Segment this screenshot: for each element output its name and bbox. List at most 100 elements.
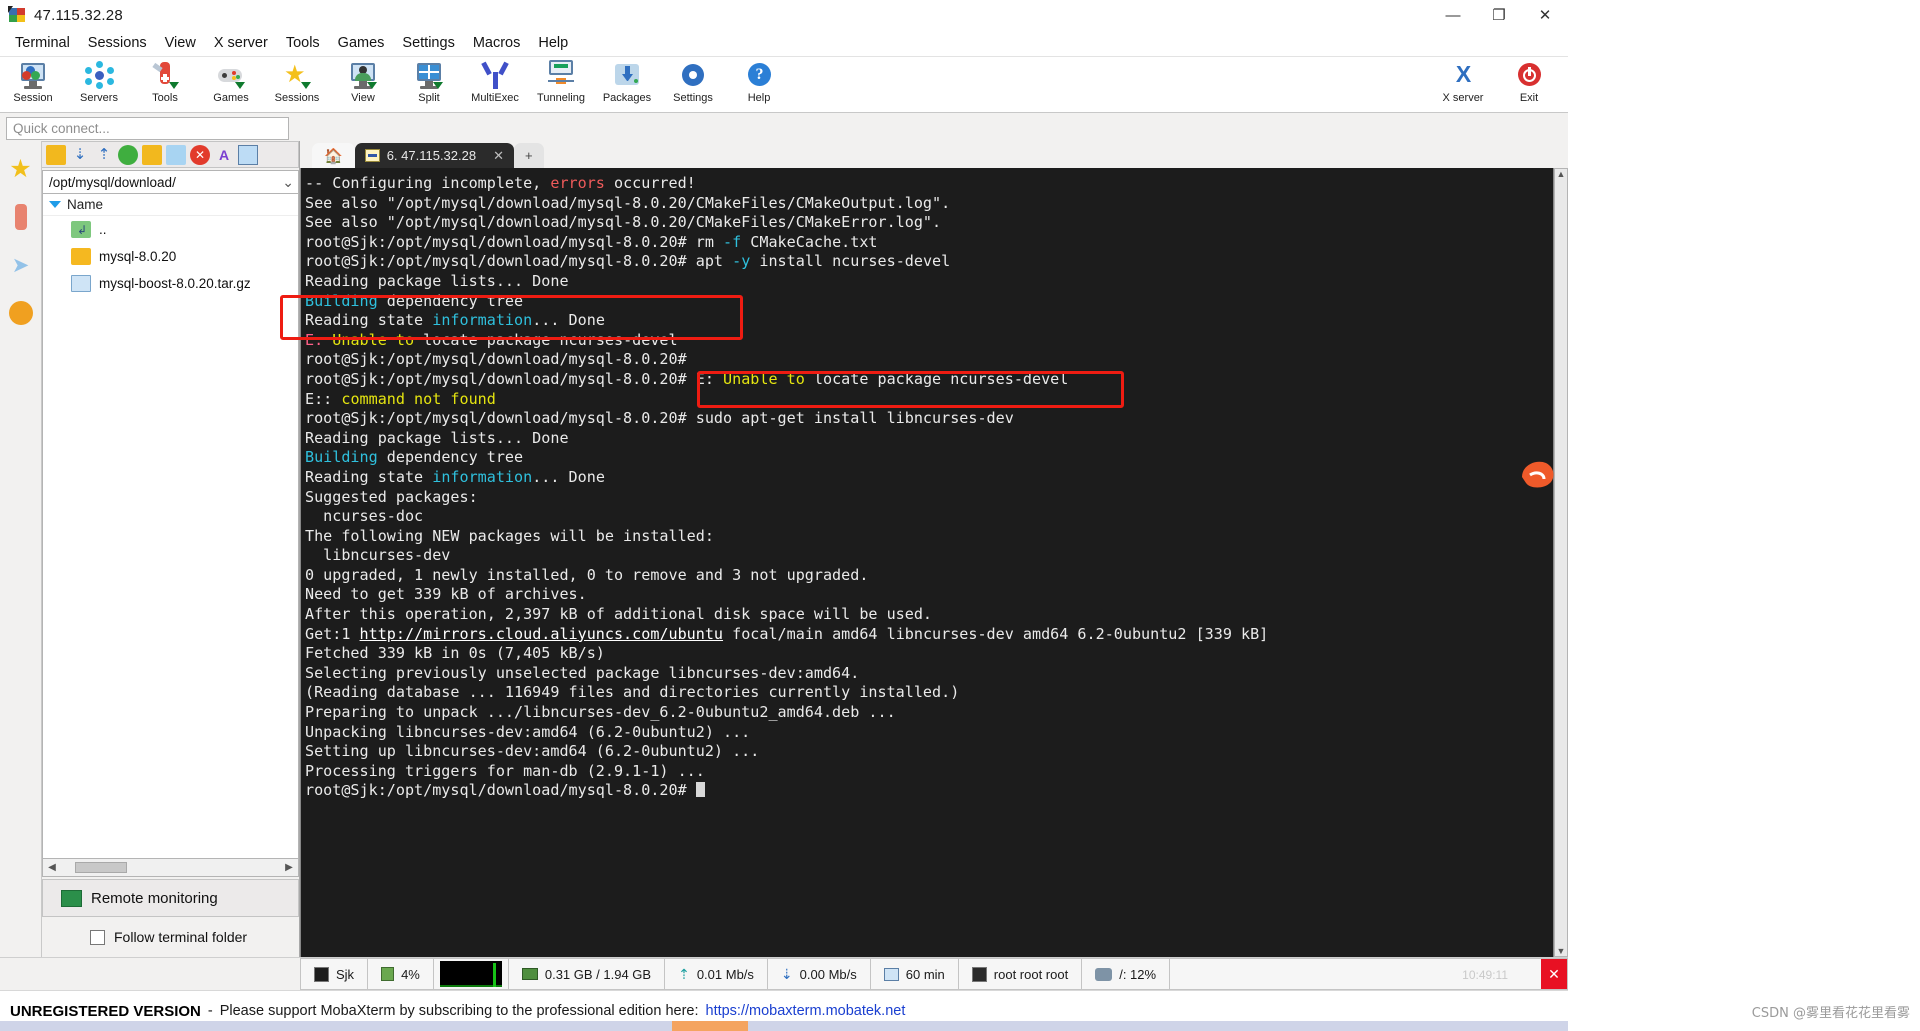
menu-sessions[interactable]: Sessions — [79, 33, 156, 53]
toolbar-label: Session — [13, 92, 53, 104]
terminal-text: Unable to — [332, 330, 415, 349]
new-folder-icon[interactable] — [142, 144, 162, 165]
refresh-icon[interactable] — [118, 144, 138, 165]
delete-icon[interactable]: ✕ — [190, 144, 210, 165]
tab-label: 6. 47.115.32.28 — [386, 148, 477, 163]
terminal-line: Reading package lists... Done — [305, 272, 1553, 292]
minimize-button[interactable]: — — [1430, 0, 1476, 30]
toolbar-exit-button[interactable]: Exit — [1496, 57, 1562, 113]
rail-tools-button[interactable] — [2, 195, 40, 239]
sftp-path-text: /opt/mysql/download/ — [49, 174, 176, 190]
terminal-line: Get:1 http://mirrors.cloud.aliyuncs.com/… — [305, 625, 1553, 645]
tunneling-icon — [546, 60, 576, 90]
toolbar-tools-button[interactable]: Tools — [132, 57, 198, 113]
sogou-input-icon — [1516, 455, 1560, 499]
rail-favorites-button[interactable]: ★ — [2, 147, 40, 191]
terminal-text: root@Sjk:/opt/mysql/download/mysql-8.0.2… — [305, 409, 1014, 428]
maximize-button[interactable]: ❐ — [1476, 0, 1522, 30]
remote-monitoring-button[interactable]: Remote monitoring — [42, 879, 299, 917]
status-cpu-graph[interactable] — [434, 959, 509, 989]
cpu-graph — [439, 961, 502, 987]
terminal-text: install ncurses-devel — [750, 252, 951, 271]
follow-terminal-folder-checkbox[interactable] — [90, 929, 105, 945]
tab-home[interactable]: 🏠 — [312, 143, 355, 168]
status-user[interactable]: root root root — [959, 959, 1083, 989]
list-item[interactable]: ↲ .. — [43, 216, 298, 243]
menu-games[interactable]: Games — [329, 33, 394, 53]
toolbar-label: Packages — [602, 92, 652, 104]
toolbar-multiexec-button[interactable]: MultiExec — [462, 57, 528, 113]
user-icon — [971, 966, 987, 982]
close-button[interactable]: ✕ — [1522, 0, 1568, 30]
terminal-text: root@Sjk:/opt/mysql/download/mysql-8.0.2… — [305, 350, 687, 369]
rail-send-button[interactable]: ➤ — [2, 243, 40, 287]
menu-view[interactable]: View — [156, 33, 205, 53]
remote-monitoring-label: Remote monitoring — [91, 889, 218, 907]
scroll-up-icon[interactable]: ▲ — [1557, 169, 1566, 179]
terminal-output[interactable]: -- Configuring incomplete, errors occurr… — [300, 168, 1554, 957]
sftp-horizontal-scrollbar[interactable]: ◀ ▶ — [42, 859, 299, 877]
status-host-label: Sjk — [336, 966, 355, 982]
text-mode-icon[interactable]: A — [214, 145, 234, 165]
quick-connect-input[interactable]: Quick connect... — [6, 116, 289, 140]
terminal-text: E:: — [305, 389, 342, 408]
menu-bar: Terminal Sessions View X server Tools Ga… — [0, 30, 1568, 56]
status-host[interactable]: Sjk — [301, 959, 369, 989]
terminal-line: 0 upgraded, 1 newly installed, 0 to remo… — [305, 566, 1553, 586]
toolbar-settings-button[interactable]: Settings — [660, 57, 726, 113]
toolbar-tunneling-button[interactable]: Tunneling — [528, 57, 594, 113]
status-uptime[interactable]: 60 min — [871, 959, 959, 989]
toolbar-games-button[interactable]: Games — [198, 57, 264, 113]
sort-caret-icon[interactable] — [49, 201, 61, 208]
upload-icon[interactable]: ⇡ — [94, 145, 114, 165]
toolbar-session-button[interactable]: Session — [0, 57, 66, 113]
sftp-column-header-row[interactable]: Name — [43, 194, 298, 216]
toolbar-servers-button[interactable]: Servers — [66, 57, 132, 113]
tab-close-icon[interactable]: ✕ — [493, 148, 504, 164]
status-download[interactable]: ⇣ 0.00 Mb/s — [768, 959, 871, 989]
status-memory[interactable]: 0.31 GB / 1.94 GB — [509, 959, 666, 989]
rail-globe-button[interactable] — [2, 291, 40, 335]
follow-terminal-folder-row[interactable]: Follow terminal folder — [42, 917, 299, 957]
sftp-path-bar[interactable]: /opt/mysql/download/ ⌄ — [42, 170, 299, 194]
toolbar-view-button[interactable]: View — [330, 57, 396, 113]
menu-settings[interactable]: Settings — [393, 33, 463, 53]
terminal-text: -f — [723, 232, 742, 251]
toolbar-help-button[interactable]: ? Help — [726, 57, 792, 113]
menu-tools[interactable]: Tools — [277, 33, 329, 53]
terminal-scrollbar[interactable]: ▲ ▼ — [1554, 168, 1568, 957]
terminal-text: information — [432, 467, 533, 486]
sftp-file-list[interactable]: Name ↲ .. mysql-8.0.20 mysql-boost-8.0.2… — [42, 194, 299, 859]
status-cpu[interactable]: 4% — [368, 959, 434, 989]
scroll-left-icon[interactable]: ◀ — [45, 862, 59, 873]
monitoring-chart-icon — [61, 889, 82, 907]
go-up-folder-icon[interactable] — [46, 144, 66, 165]
download-icon[interactable]: ⇣ — [70, 145, 90, 165]
usb-drive-icon[interactable] — [238, 144, 258, 165]
tab-session-47-115-32-28[interactable]: 6. 47.115.32.28 ✕ — [354, 143, 514, 168]
menu-macros[interactable]: Macros — [464, 33, 530, 53]
cpu-icon — [381, 967, 395, 981]
chevron-down-icon[interactable]: ⌄ — [282, 174, 294, 191]
scrollbar-thumb[interactable] — [75, 862, 127, 873]
list-item[interactable]: mysql-8.0.20 — [43, 243, 298, 270]
status-upload[interactable]: ⇡ 0.01 Mb/s — [665, 959, 768, 989]
right-background-fill — [1568, 0, 1920, 1031]
terminal-line: root@Sjk:/opt/mysql/download/mysql-8.0.2… — [305, 252, 1553, 272]
list-item[interactable]: mysql-boost-8.0.20.tar.gz — [43, 270, 298, 297]
status-disk[interactable]: /: 12% — [1082, 959, 1171, 989]
scroll-down-icon[interactable]: ▼ — [1557, 946, 1566, 956]
menu-x-server[interactable]: X server — [205, 33, 277, 53]
mobaxterm-purchase-link[interactable]: https://mobaxterm.mobatek.net — [706, 1003, 906, 1019]
toolbar-packages-button[interactable]: Packages — [594, 57, 660, 113]
favorites-star-icon: ★ — [9, 155, 32, 183]
menu-help[interactable]: Help — [529, 33, 577, 53]
new-file-icon[interactable] — [166, 144, 186, 165]
toolbar-split-button[interactable]: Split — [396, 57, 462, 113]
status-close-button[interactable]: ✕ — [1541, 959, 1567, 989]
scroll-right-icon[interactable]: ▶ — [282, 862, 296, 873]
toolbar-x-server-button[interactable]: X X server — [1430, 57, 1496, 113]
toolbar-sessions-button[interactable]: ★ Sessions — [264, 57, 330, 113]
tab-new[interactable]: + — [514, 143, 544, 168]
menu-terminal[interactable]: Terminal — [6, 33, 79, 53]
